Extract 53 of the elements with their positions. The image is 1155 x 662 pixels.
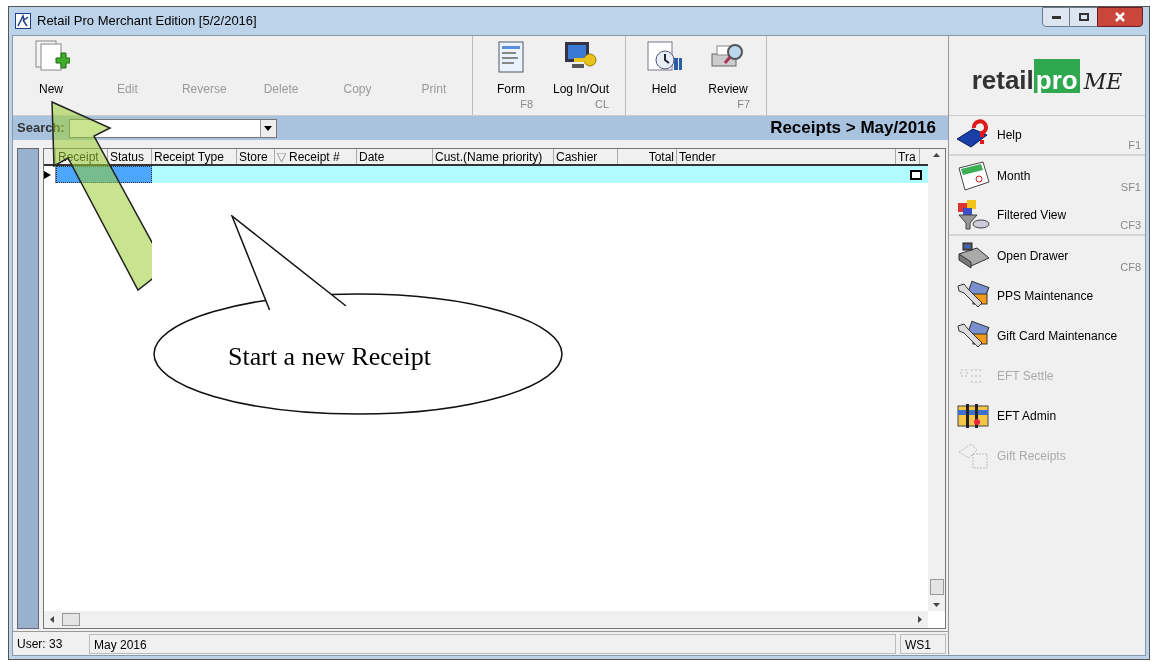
calendar-icon — [955, 160, 993, 192]
toolbar-button[interactable]: New — [21, 36, 81, 115]
column-header[interactable]: Date — [357, 149, 433, 164]
scroll-thumb[interactable] — [929, 579, 944, 595]
column-header[interactable]: Receipt # — [275, 149, 357, 164]
column-header[interactable]: Cust.(Name priority) — [433, 149, 554, 164]
selected-cell[interactable] — [56, 166, 152, 183]
form-icon — [496, 40, 526, 74]
search-dropdown[interactable] — [68, 118, 277, 138]
scroll-thumb[interactable] — [62, 613, 80, 626]
toolbar-button[interactable]: Log In/Out CL — [545, 36, 618, 115]
column-header[interactable]: Total — [618, 149, 677, 164]
column-header[interactable]: Cashier — [554, 149, 618, 164]
logo-wordmark: retail — [971, 66, 1034, 93]
side-panel-item[interactable]: Gift Card Maintenance — [949, 316, 1145, 356]
side-panel-item[interactable]: Filtered View CF3 — [949, 196, 1145, 236]
toolbar-button[interactable]: Review F7 — [698, 36, 759, 115]
logo-badge: pro — [1033, 58, 1080, 93]
column-header[interactable]: Receipt — [56, 149, 108, 164]
column-header[interactable]: Receipt Type — [152, 149, 237, 164]
period-status: May 2016 — [89, 633, 896, 654]
maximize-button[interactable] — [1070, 7, 1097, 27]
callout-text: Start a new Receipt — [228, 341, 431, 373]
minimize-button[interactable] — [1042, 7, 1070, 27]
side-panel-item[interactable]: Help F1 — [949, 116, 1145, 156]
window-title: Retail Pro Merchant Edition [5/2/2016] — [37, 12, 257, 31]
row-pointer-icon — [44, 170, 51, 179]
side-panel-item[interactable]: PPS Maintenance — [949, 276, 1145, 316]
vertical-scrollbar[interactable] — [928, 149, 945, 611]
column-header[interactable]: Store — [237, 149, 275, 164]
scroll-left-icon — [50, 616, 54, 623]
dropdown-button[interactable] — [259, 119, 276, 137]
dropdown-arrow-icon — [264, 125, 273, 131]
toolbar-button[interactable]: Form F8 — [481, 36, 541, 115]
side-panel-item[interactable]: EFT Admin — [949, 396, 1145, 436]
app-icon — [15, 13, 31, 29]
toolbar-button[interactable]: Held — [634, 36, 695, 115]
close-button[interactable] — [1097, 7, 1143, 27]
close-icon — [1115, 12, 1125, 22]
workstation-status: WS1 — [900, 633, 946, 654]
scroll-right-icon — [918, 616, 922, 623]
horizontal-scrollbar[interactable] — [44, 611, 928, 628]
logo-suffix: ME — [1083, 70, 1123, 93]
user-status: User: 33 — [16, 635, 64, 653]
breadcrumb-title: Receipts > May/2016 — [770, 117, 937, 140]
scroll-down-icon — [933, 603, 940, 607]
column-header[interactable]: Status — [108, 149, 152, 164]
scroll-up-icon — [933, 153, 940, 157]
row-checkbox[interactable] — [910, 169, 922, 180]
column-header[interactable]: Tender — [677, 149, 896, 164]
side-panel-item[interactable]: Month SF1 — [949, 156, 1145, 196]
side-panel-item[interactable]: Open Drawer CF8 — [949, 236, 1145, 276]
column-header[interactable]: Tra — [896, 149, 920, 164]
